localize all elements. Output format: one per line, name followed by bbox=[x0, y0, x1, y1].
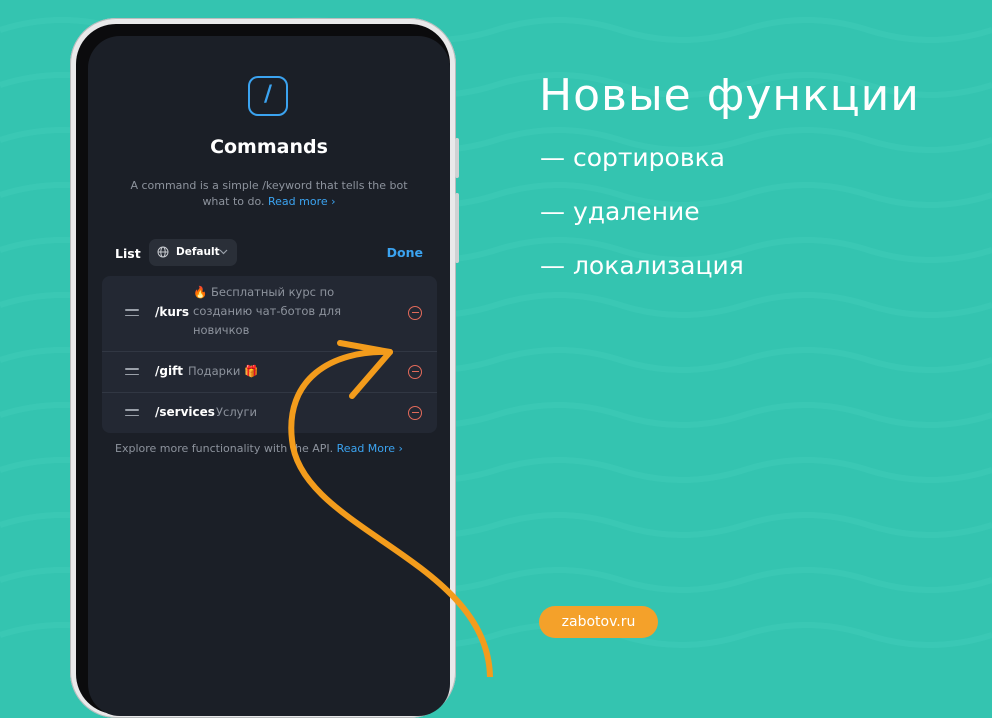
delete-command-icon[interactable] bbox=[408, 406, 422, 420]
commands-app-icon: / bbox=[248, 76, 288, 116]
language-select-value: Default bbox=[176, 246, 220, 258]
feature-item: — сортировка bbox=[540, 143, 725, 172]
page-description: A command is a simple /keyword that tell… bbox=[118, 178, 420, 210]
command-name: /kurs bbox=[155, 305, 189, 319]
read-more-link[interactable]: Read more › bbox=[268, 195, 336, 208]
command-row[interactable]: /kurs 🔥 Бесплатный курс по созданию чат-… bbox=[102, 276, 437, 351]
commands-list: /kurs 🔥 Бесплатный курс по созданию чат-… bbox=[102, 276, 437, 433]
footer-text: Explore more functionality with the API. bbox=[115, 442, 334, 455]
drag-handle-icon[interactable] bbox=[125, 368, 139, 379]
phone-side-button bbox=[455, 138, 459, 178]
api-footer: Explore more functionality with the API.… bbox=[115, 442, 403, 455]
feature-item: — локализация bbox=[540, 251, 744, 280]
phone-mockup: / Commands A command is a simple /keywor… bbox=[70, 18, 459, 718]
page-title: Commands bbox=[210, 136, 328, 158]
promo-headline: Новые функции bbox=[539, 70, 920, 121]
command-description: Подарки 🎁 bbox=[188, 364, 259, 378]
command-name: /gift bbox=[155, 364, 184, 378]
phone-bezel: / Commands A command is a simple /keywor… bbox=[76, 24, 450, 716]
command-row[interactable]: /gift Подарки 🎁 bbox=[102, 352, 437, 392]
delete-command-icon[interactable] bbox=[408, 306, 422, 320]
globe-icon bbox=[157, 246, 169, 258]
feature-item: — удаление bbox=[540, 197, 700, 226]
delete-command-icon[interactable] bbox=[408, 365, 422, 379]
site-badge[interactable]: zabotov.ru bbox=[539, 606, 658, 638]
chevron-down-icon bbox=[219, 249, 228, 255]
command-description: 🔥 Бесплатный курс по созданию чат-ботов … bbox=[193, 285, 342, 337]
command-description: Услуги bbox=[216, 405, 258, 419]
phone-side-button bbox=[455, 193, 459, 263]
footer-read-more-link[interactable]: Read More › bbox=[337, 442, 403, 455]
phone-screen: / Commands A command is a simple /keywor… bbox=[88, 36, 450, 716]
slash-icon: / bbox=[263, 82, 273, 107]
done-button[interactable]: Done bbox=[387, 245, 423, 260]
list-label: List bbox=[115, 246, 141, 261]
language-select[interactable]: Default bbox=[149, 239, 237, 266]
command-name: /services bbox=[155, 405, 215, 419]
drag-handle-icon[interactable] bbox=[125, 409, 139, 420]
command-row[interactable]: /services Услуги bbox=[102, 393, 437, 433]
drag-handle-icon[interactable] bbox=[125, 309, 139, 320]
